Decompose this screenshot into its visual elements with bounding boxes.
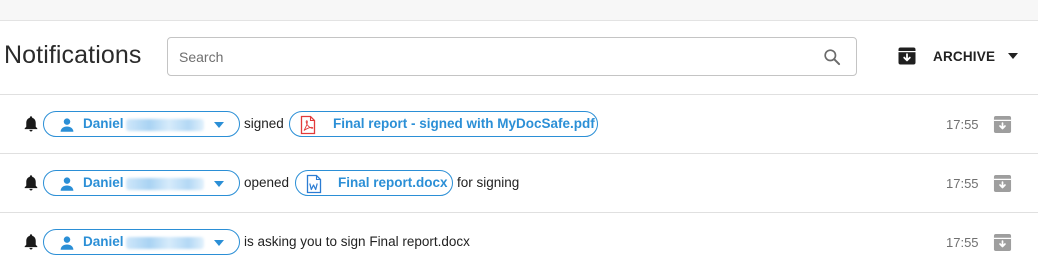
notification-row: Daniel signed Final report - signed with… bbox=[0, 95, 1038, 153]
timestamp: 17:55 bbox=[946, 235, 979, 250]
archive-icon[interactable] bbox=[993, 174, 1012, 193]
user-name: Daniel bbox=[83, 175, 124, 190]
top-bar bbox=[0, 0, 1038, 21]
notification-row: Daniel is asking you to sign Final repor… bbox=[0, 213, 1038, 260]
suffix-text: for signing bbox=[457, 175, 520, 190]
file-name: Final report.docx bbox=[338, 175, 448, 190]
notification-row: Daniel opened Final report.docx for sign… bbox=[0, 154, 1038, 212]
action-text: is asking you to sign Final report.docx bbox=[244, 234, 470, 249]
user-chip[interactable]: Daniel bbox=[43, 229, 240, 255]
archive-icon[interactable] bbox=[993, 115, 1012, 134]
file-name: Final report - signed with MyDocSafe.pdf bbox=[333, 116, 595, 131]
file-chip[interactable]: Final report - signed with MyDocSafe.pdf bbox=[289, 111, 598, 137]
file-chip[interactable]: Final report.docx bbox=[295, 170, 453, 196]
timestamp: 17:55 bbox=[946, 176, 979, 191]
archive-label: ARCHIVE bbox=[933, 48, 996, 64]
archive-dropdown[interactable]: ARCHIVE bbox=[897, 44, 1019, 68]
search-box[interactable] bbox=[167, 37, 857, 76]
archive-box-icon bbox=[898, 47, 916, 65]
user-chip[interactable]: Daniel bbox=[43, 111, 240, 137]
bell-icon bbox=[24, 234, 38, 250]
person-icon bbox=[60, 177, 74, 191]
page-title: Notifications bbox=[4, 41, 142, 69]
person-icon bbox=[60, 118, 74, 132]
header: Notifications ARCHIVE bbox=[0, 21, 1038, 94]
redacted-surname bbox=[126, 119, 204, 131]
chevron-down-icon[interactable] bbox=[214, 240, 224, 246]
search-icon[interactable] bbox=[822, 47, 842, 67]
redacted-surname bbox=[126, 178, 204, 190]
user-name: Daniel bbox=[83, 234, 124, 249]
archive-icon[interactable] bbox=[993, 233, 1012, 252]
chevron-down-icon[interactable] bbox=[214, 181, 224, 187]
timestamp: 17:55 bbox=[946, 117, 979, 132]
person-icon bbox=[60, 236, 74, 250]
action-text: opened bbox=[244, 175, 290, 190]
bell-icon bbox=[24, 116, 38, 132]
chevron-down-icon bbox=[1008, 53, 1019, 59]
user-name: Daniel bbox=[83, 116, 124, 131]
search-input[interactable] bbox=[179, 47, 799, 67]
pdf-file-icon bbox=[300, 115, 316, 135]
redacted-surname bbox=[126, 237, 204, 249]
chevron-down-icon[interactable] bbox=[214, 122, 224, 128]
action-text: signed bbox=[244, 116, 284, 131]
word-file-icon bbox=[306, 174, 322, 194]
user-chip[interactable]: Daniel bbox=[43, 170, 240, 196]
bell-icon bbox=[24, 175, 38, 191]
